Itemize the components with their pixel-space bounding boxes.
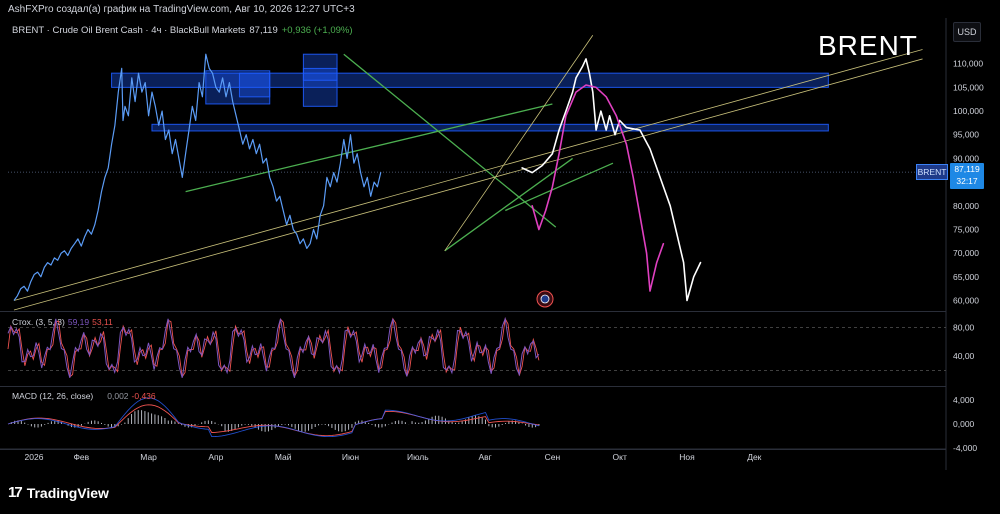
time-axis-tick: Апр	[208, 452, 223, 462]
trend-line[interactable]	[444, 157, 573, 252]
macd-line	[7, 397, 540, 438]
stoch-axis-tick: 80,00	[953, 322, 975, 332]
macd-legend[interactable]: MACD (12, 26, close) 0,002 -0,436	[12, 391, 156, 401]
macd-hist-value: 0,002	[107, 391, 129, 401]
symbol-price: 87,119	[249, 25, 278, 36]
price-axis-tick: 65,000	[953, 272, 979, 282]
resistance-zone[interactable]	[238, 72, 271, 98]
attribution-text: AshFXPro создал(а) график на TradingView…	[8, 4, 355, 15]
last-price-tag: 87,119 32:17	[950, 163, 984, 189]
price-axis-tick: 80,000	[953, 201, 979, 211]
chart-canvas[interactable]: 110,000105,000100,00095,00090,00085,0008…	[0, 0, 1000, 514]
symbol-price-label: BRENT	[916, 164, 948, 180]
price-axis-tick: 110,000	[953, 59, 983, 69]
stoch-d-value: 53,11	[92, 317, 113, 327]
time-axis-tick: Дек	[747, 452, 761, 462]
price-axis-tick: 60,000	[953, 296, 979, 306]
trend-line[interactable]	[185, 103, 553, 193]
brand-name: TradingView	[26, 484, 109, 501]
chart-title: BRENT	[818, 30, 918, 61]
macd-signal-line	[7, 404, 539, 437]
time-axis-tick: Июль	[407, 452, 429, 462]
bar-countdown: 32:17	[956, 176, 978, 186]
symbol-legend[interactable]: BRENT · Crude Oil Brent Cash · 4ч · Blac…	[12, 25, 353, 36]
time-axis-tick: 2026	[25, 452, 44, 462]
price-axis-tick: 105,000	[953, 82, 984, 92]
time-axis-tick: Май	[275, 452, 292, 462]
stoch-axis-tick: 40,00	[953, 351, 975, 361]
resistance-zone[interactable]	[302, 53, 338, 81]
price-axis-tick: 75,000	[953, 224, 979, 234]
macd-name: MACD (12, 26, close)	[12, 391, 94, 401]
symbol-name: BRENT · Crude Oil Brent Cash · 4ч · Blac…	[12, 25, 246, 36]
chart-root: 110,000105,000100,00095,00090,00085,0008…	[0, 0, 1000, 514]
time-axis-tick: Авг	[478, 452, 491, 462]
stoch-name: Стох. (3, 5, 3)	[12, 317, 65, 327]
tv-logo-icon: 17	[8, 484, 23, 501]
price-axis-tick: 90,000	[953, 153, 979, 163]
time-axis-tick: Ноя	[679, 452, 695, 462]
currency-button[interactable]: USD	[953, 22, 981, 42]
macd-signal-value: -0,436	[131, 391, 156, 401]
time-axis-tick: Июн	[342, 452, 359, 462]
price-axis-tick: 70,000	[953, 248, 979, 258]
time-axis-tick: Окт	[613, 452, 627, 462]
us-flag-icon	[540, 294, 550, 304]
macd-axis-tick: -4,000	[953, 443, 977, 453]
trend-line[interactable]	[505, 162, 614, 212]
price-axis-tick: 95,000	[953, 130, 979, 140]
resistance-zone[interactable]	[151, 123, 829, 132]
footer	[0, 470, 1000, 514]
projection-path-magenta[interactable]	[531, 84, 665, 292]
stoch-legend[interactable]: Стох. (3, 5, 3) 59,19 53,11	[12, 317, 113, 327]
time-axis-tick: Фев	[73, 452, 89, 462]
time-axis-tick: Сен	[545, 452, 561, 462]
tradingview-logo[interactable]: 17 TradingView	[8, 484, 109, 501]
channel-line[interactable]	[444, 35, 594, 252]
time-axis-tick: Мар	[140, 452, 157, 462]
stoch-k-value: 59,19	[67, 317, 90, 327]
price-axis-tick: 100,000	[953, 106, 984, 116]
last-price-value: 87,119	[954, 164, 980, 174]
channel-line[interactable]	[13, 58, 923, 311]
symbol-change: +0,936 (+1,09%)	[281, 25, 353, 36]
macd-axis-tick: 0,000	[953, 419, 975, 429]
macd-axis-tick: 4,000	[953, 395, 975, 405]
projection-path-white[interactable]	[521, 58, 702, 302]
